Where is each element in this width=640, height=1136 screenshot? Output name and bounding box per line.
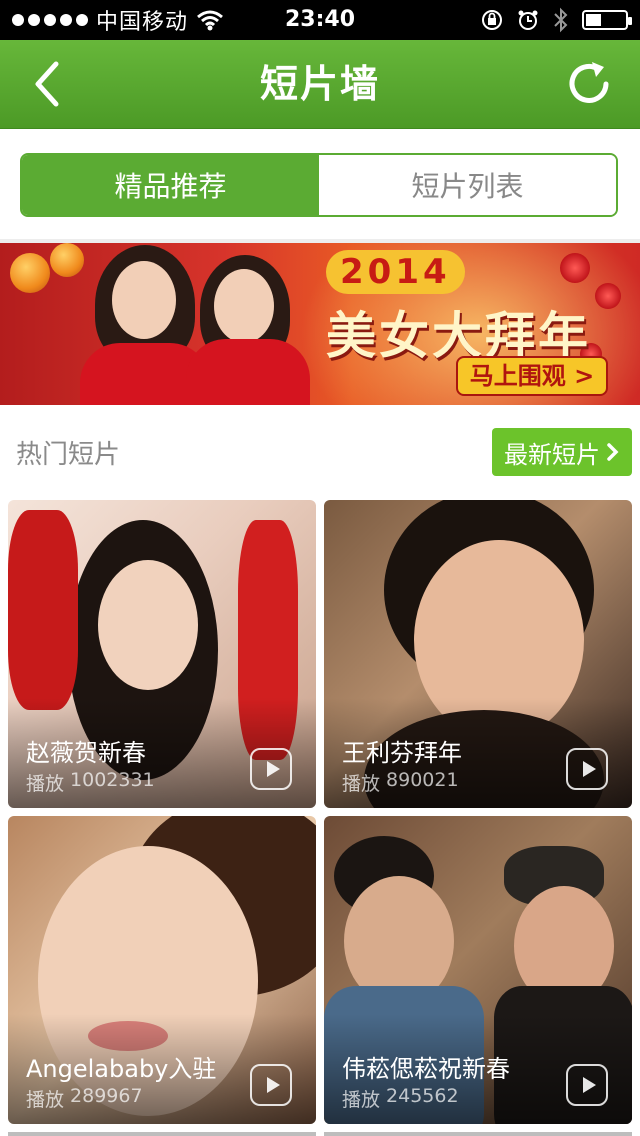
- next-card-peek: [324, 1132, 632, 1136]
- status-right: [480, 0, 632, 40]
- section-title: 热门短片: [16, 440, 121, 470]
- bluetooth-icon: [554, 7, 568, 33]
- tab-bar-container: 精品推荐 短片列表: [0, 129, 640, 239]
- video-play-count: 播放 289967: [26, 1085, 143, 1111]
- orientation-lock-icon: [482, 10, 502, 30]
- video-title: Angelababy入驻: [26, 1055, 217, 1083]
- video-play-count: 播放 1002331: [26, 769, 155, 795]
- video-play-count: 播放 245562: [342, 1085, 459, 1111]
- status-bar: 中国移动 23:40: [0, 0, 640, 40]
- chevron-right-icon: [607, 443, 619, 461]
- play-icon[interactable]: [566, 1064, 608, 1106]
- video-title: 赵薇贺新春: [26, 739, 146, 767]
- refresh-button[interactable]: [562, 56, 618, 112]
- video-card[interactable]: 赵薇贺新春 播放 1002331: [8, 500, 316, 808]
- latest-videos-button[interactable]: 最新短片: [492, 428, 632, 476]
- nav-bar: 短片墙: [0, 40, 640, 129]
- video-title: 王利芬拜年: [342, 739, 462, 767]
- video-card[interactable]: 伟菘偲菘祝新春 播放 245562: [324, 816, 632, 1124]
- tab-video-list[interactable]: 短片列表: [319, 155, 616, 215]
- segmented-control: 精品推荐 短片列表: [20, 153, 618, 217]
- banner-watch-button[interactable]: 马上围观 >: [456, 356, 608, 396]
- tab-featured[interactable]: 精品推荐: [22, 155, 319, 215]
- battery-level: [586, 14, 601, 26]
- page-title: 短片墙: [259, 62, 380, 106]
- play-icon[interactable]: [250, 1064, 292, 1106]
- video-card[interactable]: 王利芬拜年 播放 890021: [324, 500, 632, 808]
- video-play-count: 播放 890021: [342, 769, 459, 795]
- play-icon[interactable]: [250, 748, 292, 790]
- battery-icon: [582, 10, 632, 30]
- next-card-peek: [8, 1132, 316, 1136]
- latest-videos-label: 最新短片: [504, 440, 600, 469]
- refresh-icon: [569, 62, 609, 103]
- video-title: 伟菘偲菘祝新春: [342, 1055, 510, 1083]
- banner-year: 2014: [326, 250, 465, 294]
- video-card[interactable]: Angelababy入驻 播放 289967: [8, 816, 316, 1124]
- play-icon[interactable]: [566, 748, 608, 790]
- alarm-icon: [518, 10, 538, 30]
